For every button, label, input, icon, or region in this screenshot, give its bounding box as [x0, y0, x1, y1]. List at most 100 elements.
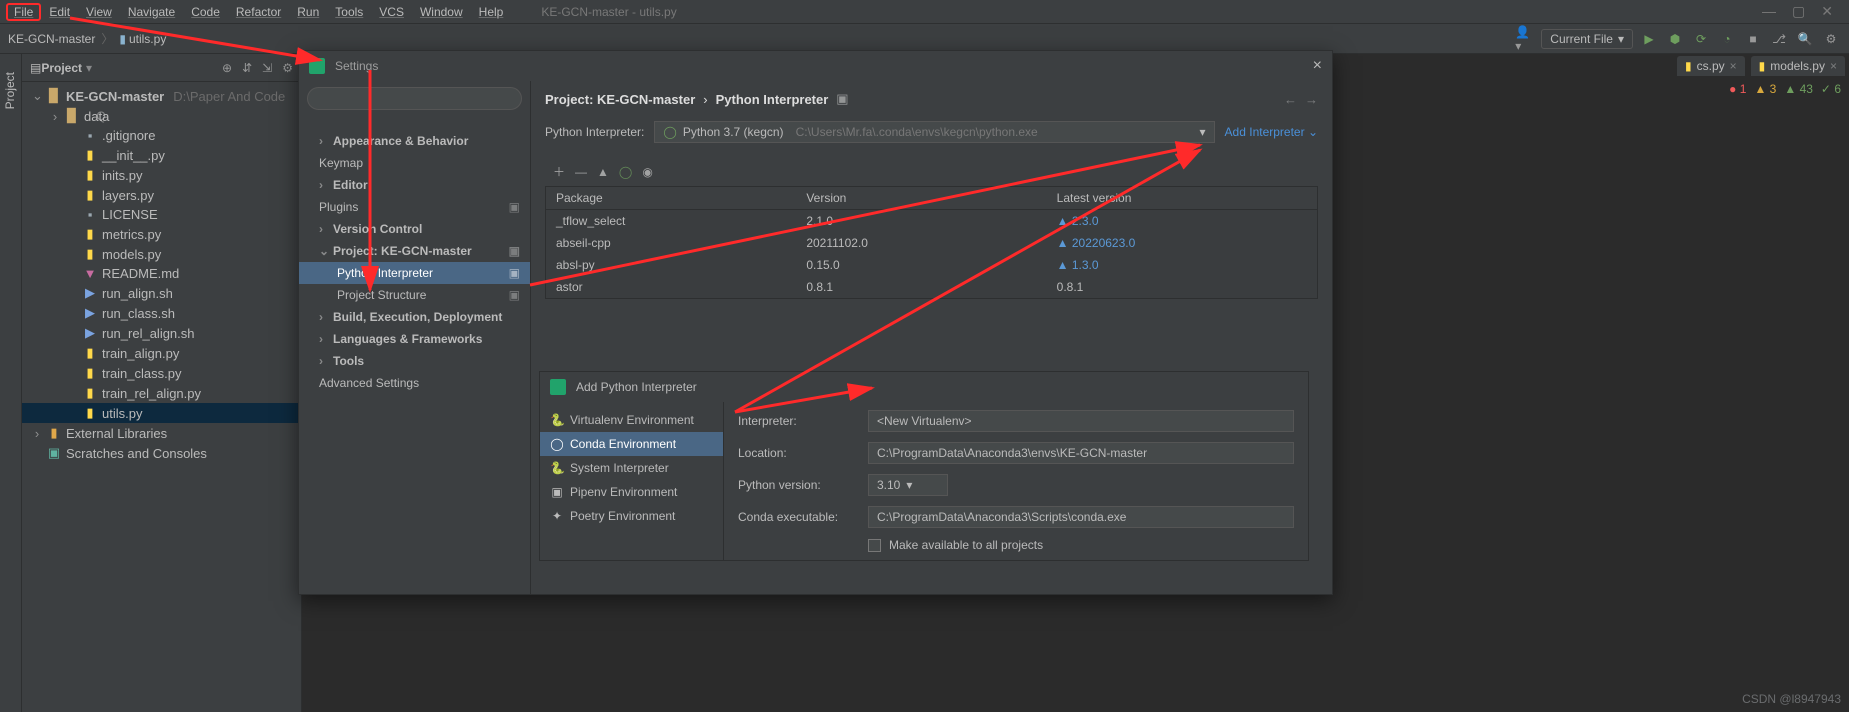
- close-icon[interactable]: ×: [1313, 57, 1322, 75]
- tree-root[interactable]: ⌄▉KE-GCN-masterD:\Paper And Code: [22, 86, 301, 106]
- settings-tree-item[interactable]: ›Appearance & Behavior: [299, 130, 530, 152]
- tree-item[interactable]: ▶run_rel_align.sh: [22, 323, 301, 343]
- tree-item[interactable]: ▮__init__.py: [22, 145, 301, 165]
- crumb-file[interactable]: ▮utils.py: [119, 32, 166, 46]
- menu-window[interactable]: Window: [412, 3, 471, 21]
- table-row[interactable]: astor0.8.10.8.1: [546, 276, 1317, 298]
- profile-button[interactable]: ◔: [1717, 29, 1737, 49]
- tree-item[interactable]: ▼README.md: [22, 264, 301, 283]
- interpreter-select[interactable]: ◯ Python 3.7 (kegcn) C:\Users\Mr.fa\.con…: [654, 121, 1214, 143]
- tree-item[interactable]: ▮models.py: [22, 244, 301, 264]
- menu-file[interactable]: File: [6, 3, 41, 21]
- tree-item[interactable]: ▮utils.py: [22, 403, 301, 423]
- env-type-item[interactable]: ▣Pipenv Environment: [540, 480, 723, 504]
- menu-tools[interactable]: Tools: [327, 3, 371, 21]
- search-icon: Q: [96, 109, 105, 123]
- tree-item[interactable]: ▪LICENSE: [22, 205, 301, 224]
- git-button[interactable]: ⎇: [1769, 29, 1789, 49]
- collapse-icon[interactable]: ⇲: [262, 61, 272, 75]
- menu-help[interactable]: Help: [471, 3, 512, 21]
- tree-item[interactable]: ▮inits.py: [22, 165, 301, 185]
- tree-item[interactable]: ▶run_class.sh: [22, 303, 301, 323]
- run-button[interactable]: ▶: [1639, 29, 1659, 49]
- menu-run[interactable]: Run: [289, 3, 327, 21]
- menu-code[interactable]: Code: [183, 3, 228, 21]
- minimize-icon[interactable]: —: [1762, 3, 1776, 20]
- editor-tab[interactable]: ▮models.py×: [1751, 56, 1845, 76]
- settings-tree-item[interactable]: ›Build, Execution, Deployment: [299, 306, 530, 328]
- coverage-button[interactable]: ⟳: [1691, 29, 1711, 49]
- settings-tree-item[interactable]: Plugins▣: [299, 196, 530, 218]
- settings-tree-item[interactable]: ›Editor: [299, 174, 530, 196]
- tree-item[interactable]: ▮metrics.py: [22, 224, 301, 244]
- env-type-item[interactable]: 🐍System Interpreter: [540, 456, 723, 480]
- settings-tree-item[interactable]: Python Interpreter▣: [299, 262, 530, 284]
- upgrade-package-button[interactable]: ▲: [597, 165, 609, 179]
- settings-tree-item[interactable]: ›Version Control: [299, 218, 530, 240]
- gear-icon[interactable]: ⚙: [282, 61, 293, 75]
- user-icon[interactable]: 👤▾: [1515, 29, 1535, 49]
- location-field[interactable]: C:\ProgramData\Anaconda3\envs\KE-GCN-mas…: [868, 442, 1294, 464]
- project-tool-button[interactable]: Project: [0, 64, 20, 117]
- settings-search-input[interactable]: [307, 87, 522, 110]
- tree-item[interactable]: ▮train_rel_align.py: [22, 383, 301, 403]
- back-icon[interactable]: ←: [1284, 92, 1297, 107]
- add-package-button[interactable]: ＋: [553, 163, 565, 180]
- menu-refactor[interactable]: Refactor: [228, 3, 289, 21]
- crumb-project[interactable]: KE-GCN-master: [8, 32, 95, 46]
- close-icon[interactable]: ×: [1830, 59, 1837, 73]
- menu-edit[interactable]: Edit: [41, 3, 78, 21]
- table-row[interactable]: abseil-cpp20211102.0▲ 20220623.0: [546, 232, 1317, 254]
- col-latest[interactable]: Latest version: [1057, 191, 1307, 205]
- col-package[interactable]: Package: [556, 191, 806, 205]
- editor-tab[interactable]: ▮cs.py×: [1677, 56, 1745, 76]
- eye-icon[interactable]: ◉: [642, 165, 652, 179]
- menu-vcs[interactable]: VCS: [371, 3, 412, 21]
- tree-item[interactable]: ▮train_align.py: [22, 343, 301, 363]
- settings-tree-item[interactable]: ⌄Project: KE-GCN-master▣: [299, 240, 530, 262]
- col-version[interactable]: Version: [806, 191, 1056, 205]
- stop-button[interactable]: ■: [1743, 29, 1763, 49]
- menu-view[interactable]: View: [78, 3, 120, 21]
- close-icon[interactable]: ✕: [1821, 3, 1833, 20]
- run-config-select[interactable]: Current File▾: [1541, 29, 1633, 49]
- env-type-item[interactable]: ✦Poetry Environment: [540, 504, 723, 528]
- tree-item[interactable]: ›▉data: [22, 106, 301, 126]
- settings-tree-item[interactable]: ›Languages & Frameworks: [299, 328, 530, 350]
- chevron-down-icon[interactable]: ▾: [86, 61, 92, 75]
- env-type-item[interactable]: 🐍Virtualenv Environment: [540, 408, 723, 432]
- tree-external[interactable]: ›▮External Libraries: [22, 423, 301, 443]
- tree-item[interactable]: ▮train_class.py: [22, 363, 301, 383]
- debug-button[interactable]: ⬢: [1665, 29, 1685, 49]
- settings-tree-item[interactable]: Advanced Settings: [299, 372, 530, 394]
- tree-item[interactable]: ▶run_align.sh: [22, 283, 301, 303]
- add-interpreter-link[interactable]: Add Interpreter ⌄: [1225, 125, 1318, 139]
- table-row[interactable]: absl-py0.15.0▲ 1.3.0: [546, 254, 1317, 276]
- remove-package-button[interactable]: —: [575, 165, 587, 179]
- settings-tree-item[interactable]: Project Structure▣: [299, 284, 530, 306]
- tree-scratches[interactable]: ▣Scratches and Consoles: [22, 443, 301, 463]
- refresh-icon[interactable]: ◯: [619, 165, 632, 179]
- inspection-widget[interactable]: ● 1 ▲ 3 ▲ 43 ✓ 6: [1729, 82, 1841, 96]
- tree-item[interactable]: ▮layers.py: [22, 185, 301, 205]
- locate-icon[interactable]: ⊕: [222, 61, 232, 75]
- menu-navigate[interactable]: Navigate: [120, 3, 183, 21]
- table-row[interactable]: _tflow_select2.1.0▲ 2.3.0: [546, 210, 1317, 232]
- expand-icon[interactable]: ⇵: [242, 61, 252, 75]
- close-icon[interactable]: ×: [1730, 59, 1737, 73]
- dialog-title: Add Python Interpreter: [576, 380, 697, 394]
- settings-tree-item[interactable]: ›Tools: [299, 350, 530, 372]
- forward-icon[interactable]: →: [1305, 92, 1318, 107]
- settings-tree-item[interactable]: Keymap: [299, 152, 530, 174]
- search-icon[interactable]: 🔍: [1795, 29, 1815, 49]
- settings-button[interactable]: ⚙: [1821, 29, 1841, 49]
- make-available-checkbox[interactable]: Make available to all projects: [738, 538, 1294, 552]
- tree-item[interactable]: ▪.gitignore: [22, 126, 301, 145]
- chevron-icon: ⌄: [319, 244, 327, 258]
- pyver-select[interactable]: 3.10▾: [868, 474, 948, 496]
- env-type-item[interactable]: ◯Conda Environment: [540, 432, 723, 456]
- maximize-icon[interactable]: ▢: [1792, 3, 1805, 20]
- env-type-list: 🐍Virtualenv Environment◯Conda Environmen…: [540, 402, 724, 560]
- conda-field[interactable]: C:\ProgramData\Anaconda3\Scripts\conda.e…: [868, 506, 1294, 528]
- interpreter-field[interactable]: <New Virtualenv>: [868, 410, 1294, 432]
